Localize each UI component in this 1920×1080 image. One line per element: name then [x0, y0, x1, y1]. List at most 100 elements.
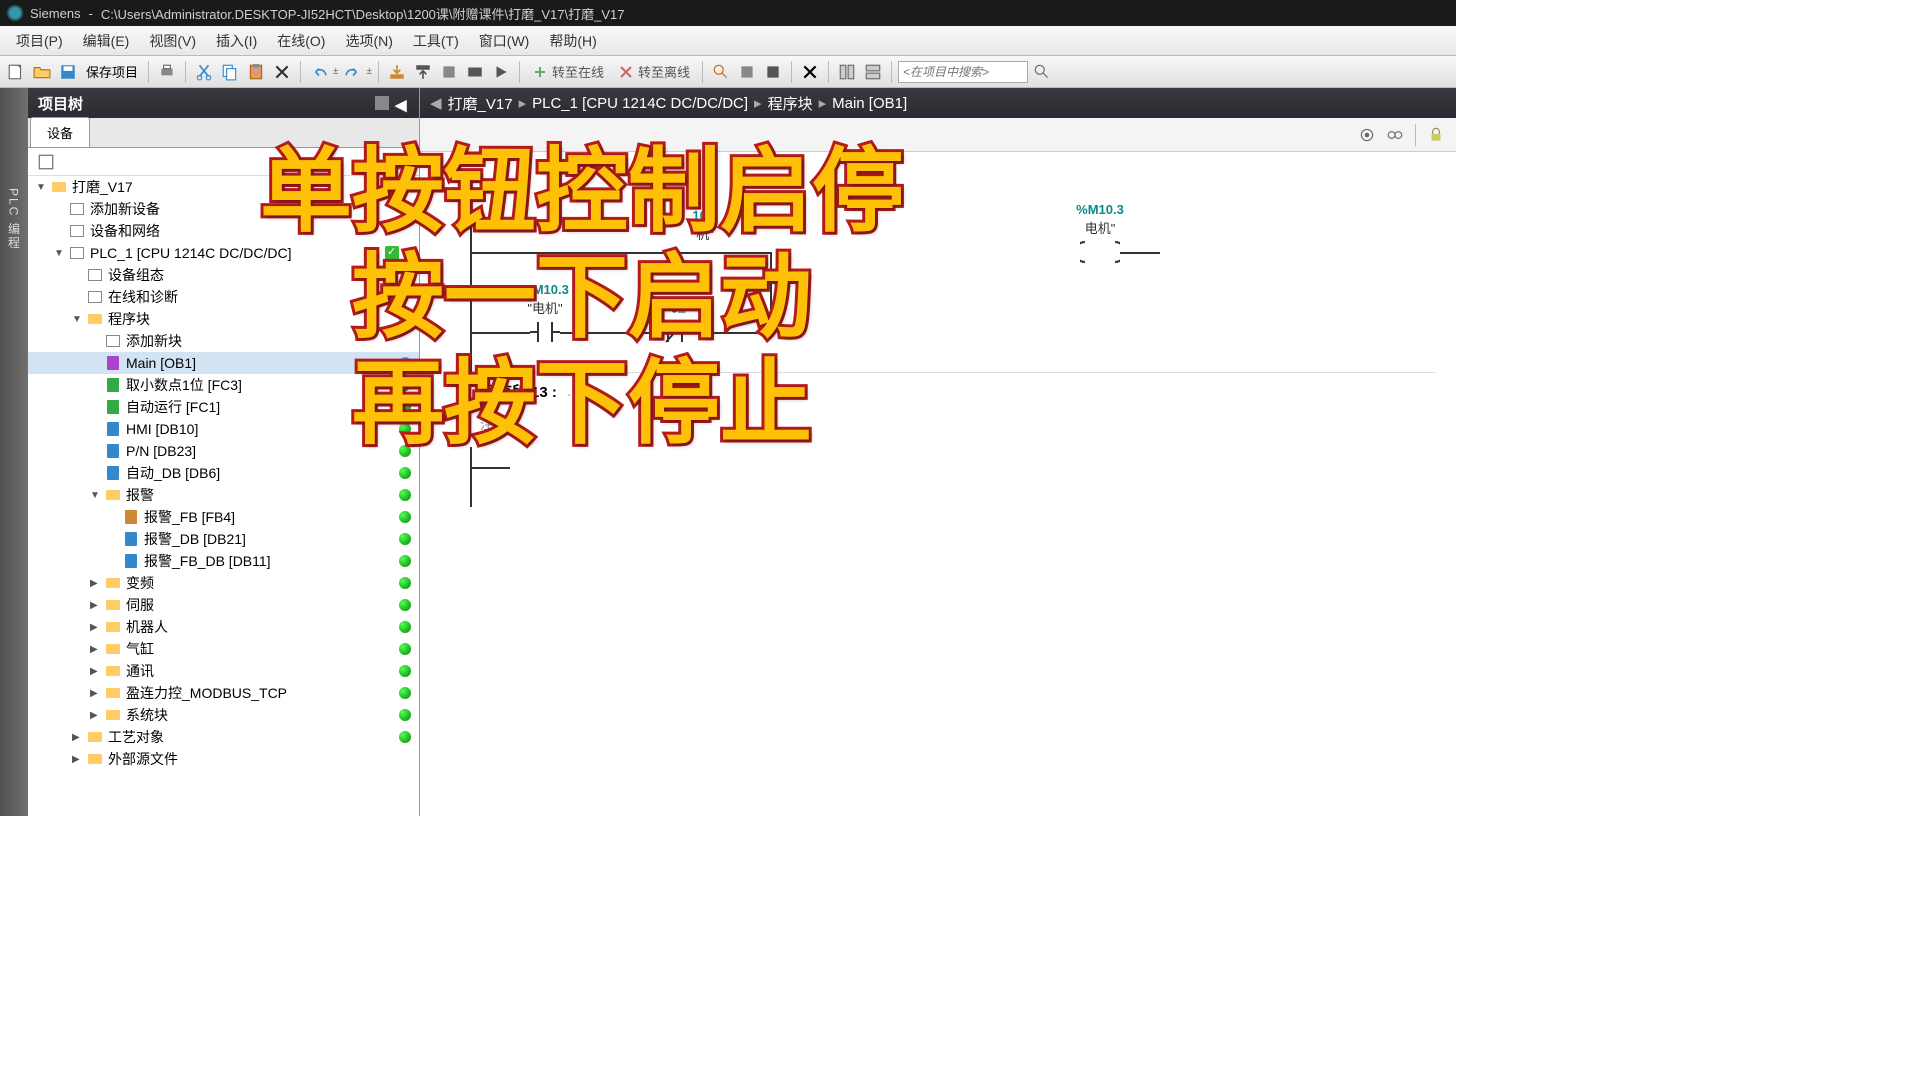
tree-node[interactable]: ▶外部源文件 [28, 748, 419, 770]
download-icon[interactable] [385, 60, 409, 84]
menu-insert[interactable]: 插入(I) [206, 31, 267, 51]
crumb-blocks[interactable]: 程序块 [768, 93, 813, 114]
search-go-icon[interactable] [1030, 60, 1054, 84]
split-h-icon[interactable] [835, 60, 859, 84]
tree-node[interactable]: 在线和诊断 [28, 286, 419, 308]
tree-node[interactable]: ▶变频 [28, 572, 419, 594]
tree-node[interactable]: ▶盈连力控_MODBUS_TCP [28, 682, 419, 704]
crumb-project[interactable]: 打磨_V17 [448, 93, 513, 114]
device-icon[interactable] [761, 60, 785, 84]
tree-node[interactable]: Main [OB1] [28, 352, 419, 374]
menu-options[interactable]: 选项(N) [335, 31, 402, 51]
tree-node[interactable]: 报警_FB [FB4] [28, 506, 419, 528]
tree-node[interactable]: ▶伺服 [28, 594, 419, 616]
tree-view-icon[interactable] [389, 150, 413, 174]
split-v-icon[interactable] [861, 60, 885, 84]
tree-node[interactable]: ▼打磨_V17 [28, 176, 419, 198]
db-icon [104, 443, 122, 459]
tree-label: 机器人 [126, 617, 168, 637]
upload-icon[interactable] [411, 60, 435, 84]
start-icon[interactable] [489, 60, 513, 84]
expand-arrow-icon[interactable]: ▶ [90, 688, 104, 699]
tree-node[interactable]: ▼报警 [28, 484, 419, 506]
menu-online[interactable]: 在线(O) [267, 31, 335, 51]
expand-arrow-icon[interactable]: ▼ [90, 490, 104, 501]
compile-icon[interactable] [437, 60, 461, 84]
expand-arrow-icon[interactable]: ▼ [36, 182, 50, 193]
tree-node[interactable]: 添加新块 [28, 330, 419, 352]
tree-node[interactable]: ▼程序块 [28, 308, 419, 330]
menu-edit[interactable]: 编辑(E) [73, 31, 140, 51]
ladder-editor[interactable]: 10.3 机" %M10.3 电机" %M10.3 "电机" [420, 152, 1456, 816]
expand-arrow-icon[interactable]: ▼ [54, 248, 68, 259]
tree-node[interactable]: 报警_FB_DB [DB11] [28, 550, 419, 572]
collapse-icon[interactable] [375, 96, 389, 110]
go-offline-button[interactable]: 转至离线 [612, 62, 696, 81]
rail-label[interactable]: PLC 编程 [6, 188, 23, 251]
expand-arrow-icon[interactable]: ▶ [90, 600, 104, 611]
tree-node[interactable]: ▶通讯 [28, 660, 419, 682]
tree-body[interactable]: ▼打磨_V17添加新设备设备和网络▼PLC_1 [CPU 1214C DC/DC… [28, 176, 419, 816]
undo-icon[interactable] [307, 60, 331, 84]
tree-node[interactable]: P/N [DB23] [28, 440, 419, 462]
tree-label: 报警_DB [DB21] [144, 529, 246, 549]
tree-label: 取小数点1位 [FC3] [126, 375, 242, 395]
menu-tools[interactable]: 工具(T) [403, 31, 469, 51]
tab-devices[interactable]: 设备 [30, 117, 90, 147]
tree-node[interactable]: HMI [DB10] [28, 418, 419, 440]
monitor-icon[interactable] [1355, 123, 1379, 147]
go-online-button[interactable]: 转至在线 [526, 62, 610, 81]
crumb-plc[interactable]: PLC_1 [CPU 1214C DC/DC/DC] [532, 95, 748, 112]
expand-arrow-icon[interactable]: ▶ [90, 578, 104, 589]
network-header-13[interactable]: ▼ 程序段 13 : ...... [450, 372, 1436, 410]
menu-window[interactable]: 窗口(W) [469, 31, 540, 51]
network-comment[interactable]: 注释 [450, 410, 1436, 437]
menu-view[interactable]: 视图(V) [139, 31, 206, 51]
search-input[interactable] [898, 61, 1028, 83]
accessible-icon[interactable] [735, 60, 759, 84]
left-arrow-icon[interactable]: ◀ [395, 96, 409, 110]
tree-node[interactable]: 添加新设备 [28, 198, 419, 220]
expand-arrow-icon[interactable]: ▶ [90, 644, 104, 655]
save-icon[interactable] [56, 60, 80, 84]
tree-node[interactable]: 取小数点1位 [FC3] [28, 374, 419, 396]
cross-ref-icon[interactable] [798, 60, 822, 84]
tree-node[interactable]: 自动_DB [DB6] [28, 462, 419, 484]
tree-expand-icon[interactable] [34, 150, 58, 174]
tree-node[interactable]: 设备组态 [28, 264, 419, 286]
expand-arrow-icon[interactable]: ▶ [90, 666, 104, 677]
glasses-icon[interactable] [1383, 123, 1407, 147]
open-icon[interactable] [30, 60, 54, 84]
copy-icon[interactable] [218, 60, 242, 84]
expand-arrow-icon[interactable]: ▶ [90, 710, 104, 721]
tree-node[interactable]: ▶系统块 [28, 704, 419, 726]
tree-node[interactable]: ▼PLC_1 [CPU 1214C DC/DC/DC]✓ [28, 242, 419, 264]
tree-header: 项目树 ◀ [28, 88, 419, 118]
fc-icon [104, 399, 122, 415]
crumb-main[interactable]: Main [OB1] [832, 95, 907, 112]
tree-node[interactable]: 设备和网络 [28, 220, 419, 242]
paste-icon[interactable] [244, 60, 268, 84]
tree-node[interactable]: 报警_DB [DB21] [28, 528, 419, 550]
new-icon[interactable] [4, 60, 28, 84]
expand-arrow-icon[interactable]: ▶ [90, 622, 104, 633]
cut-icon[interactable] [192, 60, 216, 84]
menu-project[interactable]: 项目(P) [6, 31, 73, 51]
tree-node[interactable]: ▶工艺对象 [28, 726, 419, 748]
save-project-label[interactable]: 保存项目 [82, 62, 142, 81]
expand-arrow-icon[interactable]: ▼ [72, 314, 86, 325]
delete-icon[interactable] [270, 60, 294, 84]
search-device-icon[interactable] [709, 60, 733, 84]
tree-node[interactable]: 自动运行 [FC1] [28, 396, 419, 418]
tree-node[interactable]: ▶气缸 [28, 638, 419, 660]
collapse-arrow-icon[interactable]: ▼ [460, 385, 472, 399]
expand-arrow-icon[interactable]: ▶ [72, 754, 86, 765]
lock-icon[interactable] [1424, 123, 1448, 147]
expand-arrow-icon[interactable]: ▶ [72, 732, 86, 743]
print-icon[interactable] [155, 60, 179, 84]
menu-help[interactable]: 帮助(H) [539, 31, 606, 51]
status-indicator-icon [399, 709, 411, 721]
tree-node[interactable]: ▶ 机器人 [28, 616, 419, 638]
sim-icon[interactable] [463, 60, 487, 84]
redo-icon[interactable] [341, 60, 365, 84]
